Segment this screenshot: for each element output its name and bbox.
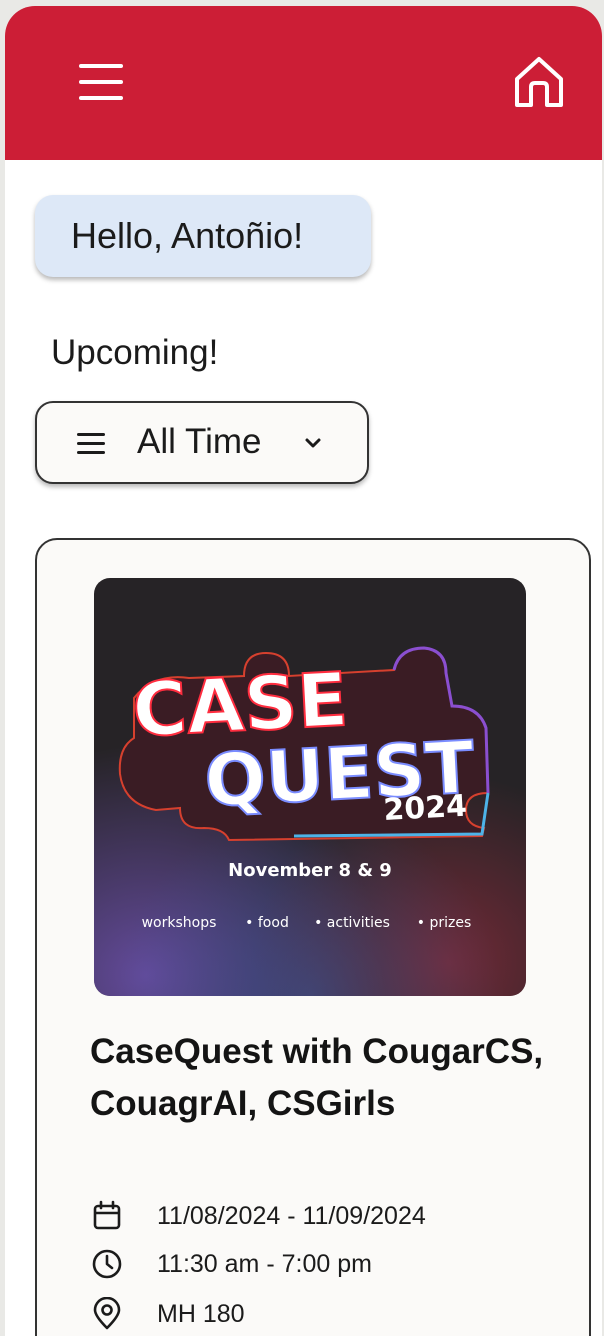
calendar-icon — [93, 1200, 121, 1230]
greeting-banner: Hello, Antoñio! — [35, 195, 371, 277]
time-filter-dropdown[interactable]: All Time — [35, 401, 369, 484]
poster-tag: • food — [245, 915, 289, 931]
event-time-range: 11:30 am - 7:00 pm — [157, 1249, 372, 1278]
section-title: Upcoming! — [51, 333, 219, 372]
event-card[interactable]: CASE QUEST 2024 November 8 & 9 workshops… — [35, 538, 591, 1336]
event-location: MH 180 — [157, 1299, 245, 1328]
time-filter-label: All Time — [137, 422, 262, 461]
event-title[interactable]: CaseQuest with CougarCS, CouagrAI, CSGir… — [90, 1026, 560, 1130]
clock-icon — [92, 1249, 122, 1279]
home-icon[interactable] — [511, 53, 567, 111]
event-location-row: MH 180 — [90, 1295, 245, 1333]
poster-date: November 8 & 9 — [228, 860, 392, 881]
poster-tag: • activities — [314, 915, 390, 931]
event-date-row: 11/08/2024 - 11/09/2024 — [90, 1197, 426, 1235]
poster-tag: workshops — [142, 915, 217, 931]
poster-tag: • prizes — [417, 915, 472, 931]
top-bar — [5, 6, 602, 160]
location-pin-icon — [93, 1297, 121, 1330]
app-screen: Hello, Antoñio! Upcoming! All Time CASE … — [5, 6, 602, 1336]
list-icon — [77, 433, 105, 455]
event-time-row: 11:30 am - 7:00 pm — [90, 1245, 372, 1283]
event-date-range: 11/08/2024 - 11/09/2024 — [157, 1201, 426, 1230]
poster-year: 2024 — [383, 789, 468, 828]
menu-icon[interactable] — [73, 56, 129, 108]
chevron-down-icon — [305, 438, 321, 448]
event-poster[interactable]: CASE QUEST 2024 November 8 & 9 workshops… — [94, 578, 526, 996]
